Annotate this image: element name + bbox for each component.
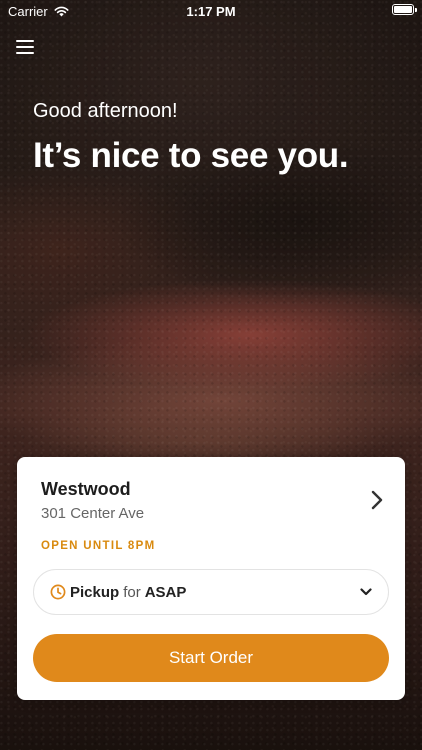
menu-line: [16, 52, 34, 54]
status-time: 1:17 PM: [186, 4, 236, 19]
order-connector: for: [123, 583, 141, 601]
headline-text: It’s nice to see you.: [33, 136, 349, 175]
menu-line: [16, 40, 34, 42]
start-order-button[interactable]: Start Order: [33, 634, 389, 682]
status-right: [392, 4, 417, 15]
hamburger-menu-icon[interactable]: [16, 40, 34, 56]
location-name: Westwood: [41, 479, 131, 499]
clock-icon: [50, 584, 66, 600]
order-mode: Pickup: [70, 583, 120, 601]
order-type-selector[interactable]: Pickup for ASAP: [33, 569, 389, 615]
menu-line: [16, 46, 34, 48]
greeting-text: Good afternoon!: [33, 100, 178, 122]
status-bar: Carrier 1:17 PM: [0, 0, 422, 22]
order-summary: Pickup for ASAP: [70, 584, 186, 601]
open-status-label: OPEN UNTIL 8PM: [41, 540, 156, 552]
chevron-down-icon: [360, 588, 372, 596]
order-time: ASAP: [144, 583, 187, 601]
location-card: Westwood 301 Center Ave OPEN UNTIL 8PM P…: [17, 457, 405, 700]
location-address: 301 Center Ave: [41, 505, 145, 522]
chevron-right-icon[interactable]: [369, 489, 385, 511]
battery-icon: [392, 4, 417, 15]
